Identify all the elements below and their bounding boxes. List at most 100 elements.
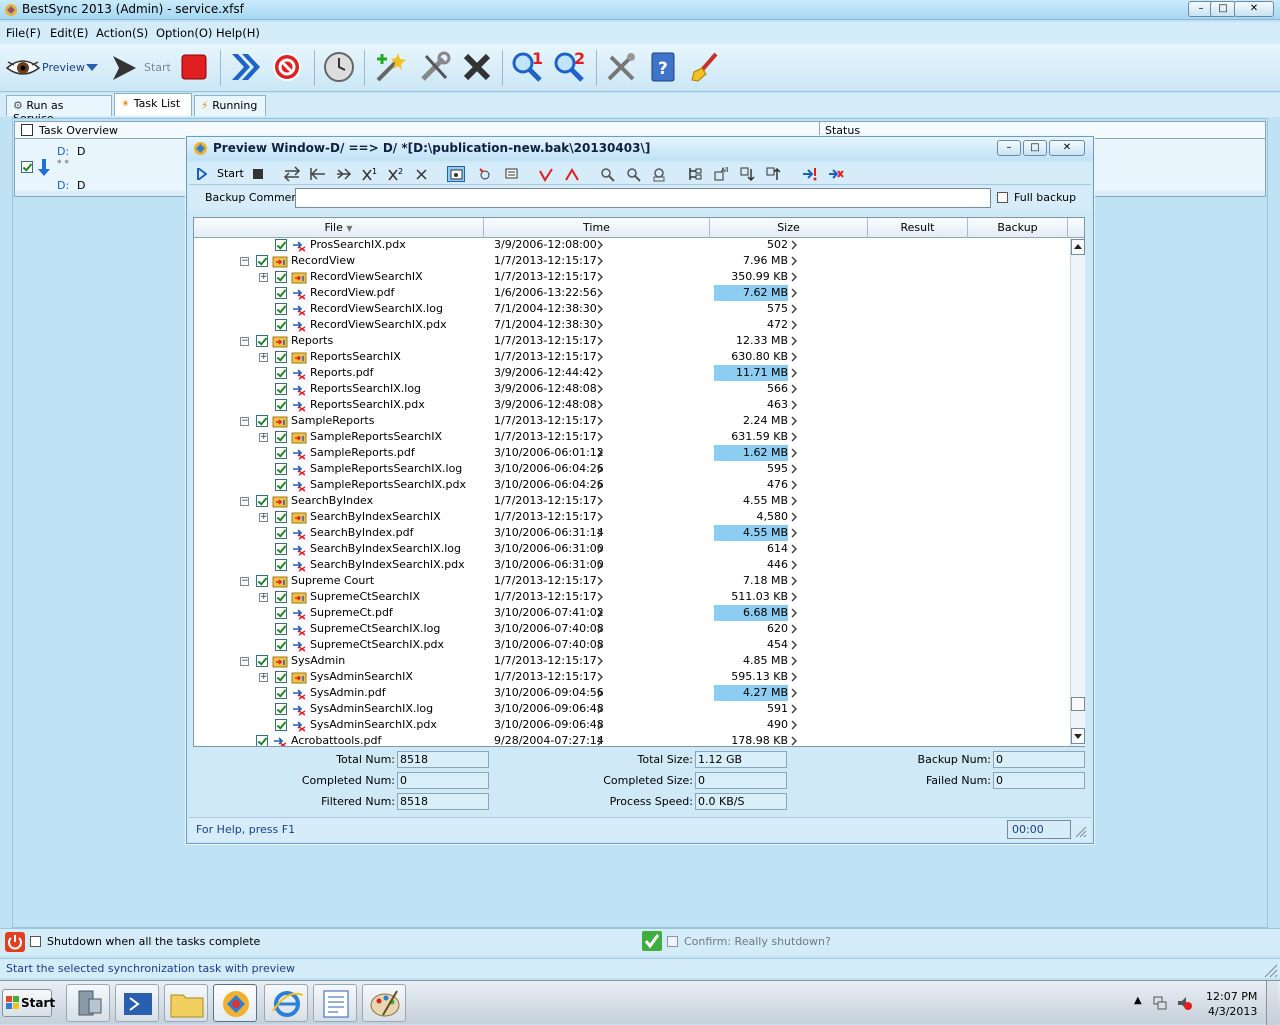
taskbar-wordpad[interactable]	[313, 984, 357, 1022]
preview-start-button[interactable]: Start	[195, 165, 245, 183]
row-checkbox[interactable]	[275, 463, 287, 475]
resize-grip-icon[interactable]	[1075, 826, 1087, 838]
stop-icon[interactable]	[178, 50, 212, 84]
row-checkbox[interactable]	[275, 607, 287, 619]
row-checkbox[interactable]	[275, 383, 287, 395]
row-checkbox[interactable]	[256, 655, 268, 667]
move-up-icon[interactable]	[765, 166, 783, 182]
row-checkbox[interactable]	[275, 671, 287, 683]
preview-close-button[interactable]: ✕	[1049, 140, 1085, 156]
tree-expand-button[interactable]: +	[259, 433, 268, 442]
tree-expand-button[interactable]: +	[259, 273, 268, 282]
file-row[interactable]: + SysAdminSearchIX 1/7/2013-12:15:17 595.13…	[194, 669, 1069, 685]
file-row[interactable]: SysAdmin.pdf 3/10/2006-09:04:56 4.27 MB	[194, 685, 1069, 701]
menu-help[interactable]: Help(H)	[216, 26, 260, 40]
file-row[interactable]: SupremeCt.pdf 3/10/2006-07:41:02 6.68 MB	[194, 605, 1069, 621]
file-row[interactable]: + RecordViewSearchIX 1/7/2013-12:15:17 350.…	[194, 269, 1069, 285]
file-row[interactable]: − Reports 1/7/2013-12:15:17 12.33 MB	[194, 333, 1069, 349]
full-backup-checkbox[interactable]	[997, 192, 1008, 203]
tab-task-list[interactable]: ✴ Task List	[114, 93, 192, 116]
find-next-icon[interactable]	[651, 166, 669, 182]
skip-icon[interactable]	[413, 166, 431, 182]
file-row[interactable]: + ReportsSearchIX 1/7/2013-12:15:17 630.80 …	[194, 349, 1069, 365]
preview-minimize-button[interactable]: –	[997, 140, 1021, 156]
menu-option[interactable]: Option(O)	[156, 26, 212, 40]
find-1-icon[interactable]	[599, 166, 617, 182]
tree-collapse-button[interactable]: −	[240, 497, 249, 506]
file-row[interactable]: − SysAdmin 1/7/2013-12:15:17 4.85 MB	[194, 653, 1069, 669]
file-row[interactable]: SearchByIndexSearchIX.pdx 3/10/2006-06:31…	[194, 557, 1069, 573]
taskbar-internet-explorer[interactable]	[264, 984, 308, 1022]
view-all-icon[interactable]	[447, 166, 465, 182]
file-row[interactable]: SearchByIndexSearchIX.log 3/10/2006-06:31…	[194, 541, 1069, 557]
options-tools-icon[interactable]	[604, 50, 638, 84]
taskbar-paint[interactable]	[362, 984, 406, 1022]
row-checkbox[interactable]	[275, 287, 287, 299]
column-result[interactable]: Result	[868, 218, 968, 238]
tree-expand-button[interactable]: +	[259, 673, 268, 682]
compare-2-icon[interactable]: 2	[552, 50, 586, 84]
file-row[interactable]: + SearchByIndexSearchIX 1/7/2013-12:15:17 4…	[194, 509, 1069, 525]
start-button[interactable]: Start	[110, 52, 174, 82]
file-row[interactable]: + SampleReportsSearchIX 1/7/2013-12:15:17 6…	[194, 429, 1069, 445]
taskbar-bestsync[interactable]	[213, 984, 257, 1022]
select-all-checkbox[interactable]	[21, 124, 33, 136]
file-row[interactable]: ProsSearchIX.pdx 3/9/2006-12:08:00 502	[194, 239, 1069, 253]
mark-1-icon[interactable]: 1	[361, 166, 379, 182]
file-row[interactable]: − SearchByIndex 1/7/2013-12:15:17 4.55 MB	[194, 493, 1069, 509]
row-checkbox[interactable]	[275, 591, 287, 603]
row-checkbox[interactable]	[275, 351, 287, 363]
tree-expand-button[interactable]: +	[259, 353, 268, 362]
compare-1-icon[interactable]: 1	[510, 50, 544, 84]
jump-conflict-icon[interactable]	[827, 166, 845, 182]
row-checkbox[interactable]	[275, 719, 287, 731]
undo-red-icon[interactable]	[537, 166, 555, 182]
backup-comment-input[interactable]	[295, 188, 991, 208]
resize-grip-icon[interactable]	[1264, 964, 1278, 978]
file-row[interactable]: ReportsSearchIX.log 3/9/2006-12:48:08 566	[194, 381, 1069, 397]
row-checkbox[interactable]	[275, 431, 287, 443]
menu-action[interactable]: Action(S)	[96, 26, 148, 40]
tree-collapse-button[interactable]: −	[240, 657, 249, 666]
row-checkbox[interactable]	[275, 639, 287, 651]
tree-collapse-button[interactable]: −	[240, 417, 249, 426]
menu-edit[interactable]: Edit(E)	[50, 26, 89, 40]
row-checkbox[interactable]	[256, 255, 268, 267]
file-row[interactable]: Acrobattools.pdf 9/28/2004-07:27:14 178.98…	[194, 733, 1069, 746]
row-checkbox[interactable]	[275, 687, 287, 699]
tree-expand-button[interactable]: +	[259, 513, 268, 522]
file-row[interactable]: SysAdminSearchIX.pdx 3/10/2006-09:06:48 49…	[194, 717, 1069, 733]
run-all-icon[interactable]	[228, 50, 262, 84]
file-row[interactable]: SampleReportsSearchIX.log 3/10/2006-06:04…	[194, 461, 1069, 477]
sync-right-icon[interactable]	[335, 166, 353, 182]
scroll-up-button[interactable]	[1071, 239, 1085, 255]
row-checkbox[interactable]	[275, 527, 287, 539]
row-checkbox[interactable]	[275, 543, 287, 555]
file-row[interactable]: SearchByIndex.pdf 3/10/2006-06:31:14 4.55 …	[194, 525, 1069, 541]
row-checkbox[interactable]	[275, 703, 287, 715]
column-backup[interactable]: Backup	[968, 218, 1068, 238]
view-changes-icon[interactable]	[477, 166, 495, 182]
file-row[interactable]: − RecordView 1/7/2013-12:15:17 7.96 MB	[194, 253, 1069, 269]
confirm-checkbox[interactable]	[667, 936, 678, 947]
mark-2-icon[interactable]: 2	[387, 166, 405, 182]
row-checkbox[interactable]	[275, 271, 287, 283]
file-row[interactable]: SupremeCtSearchIX.pdx 3/10/2006-07:40:08 4…	[194, 637, 1069, 653]
tab-running[interactable]: ⚡ Running	[194, 95, 266, 116]
row-checkbox[interactable]	[275, 367, 287, 379]
file-row[interactable]: SampleReportsSearchIX.pdx 3/10/2006-06:04…	[194, 477, 1069, 493]
clean-brush-icon[interactable]	[688, 50, 722, 84]
select-all-icon[interactable]: All	[713, 166, 731, 182]
column-time[interactable]: Time	[484, 218, 710, 238]
sync-left-icon[interactable]	[309, 166, 327, 182]
jump-error-icon[interactable]	[801, 166, 819, 182]
file-row[interactable]: SampleReports.pdf 3/10/2006-06:01:12 1.62 …	[194, 445, 1069, 461]
menu-file[interactable]: File(F)	[6, 26, 41, 40]
file-row[interactable]: SysAdminSearchIX.log 3/10/2006-09:06:48 59…	[194, 701, 1069, 717]
row-checkbox[interactable]	[275, 319, 287, 331]
schedule-clock-icon[interactable]	[322, 50, 356, 84]
tree-collapse-button[interactable]: −	[240, 577, 249, 586]
scroll-down-button[interactable]	[1071, 728, 1085, 744]
row-checkbox[interactable]	[275, 559, 287, 571]
new-task-wand-icon[interactable]	[374, 50, 408, 84]
